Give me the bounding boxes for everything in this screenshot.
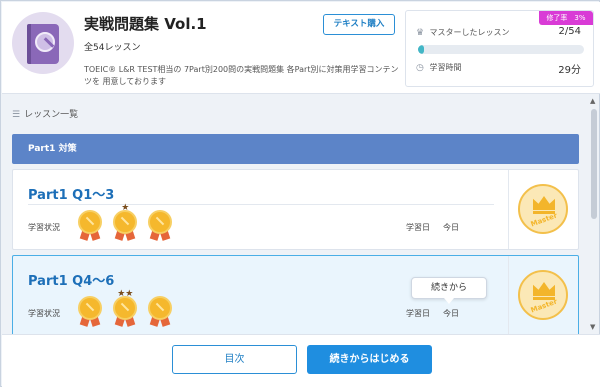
star-icon: ★★ xyxy=(117,289,134,299)
date-value: 今日 xyxy=(443,223,459,232)
resume-button[interactable]: 続きからはじめる xyxy=(307,345,432,374)
master-medal-icon: Master xyxy=(518,184,568,234)
lesson-title[interactable]: Part1 Q1～3 xyxy=(28,184,114,203)
date-label: 学習日 xyxy=(406,309,430,318)
scroll-down-icon[interactable]: ▼ xyxy=(590,323,595,331)
app-frame: 実戦問題集 Vol.1 全54レッスン TOEIC® L&R TEST相当の 7… xyxy=(0,0,600,387)
course-title: 実戦問題集 Vol.1 xyxy=(84,15,207,33)
lesson-card[interactable]: Part1 Q1～3 学習状況 ★ 学習日 今日 Master xyxy=(12,169,579,250)
toc-button[interactable]: 目次 xyxy=(172,345,297,374)
list-icon: ☰ xyxy=(12,110,21,120)
mastered-label: マスターしたレッスン xyxy=(429,28,510,37)
divider xyxy=(28,204,494,205)
medal-icon xyxy=(75,296,105,327)
medal-row: ★ xyxy=(75,203,177,241)
course-description: TOEIC® L&R TEST相当の 7Part別200問の実戦問題集 各Par… xyxy=(84,65,399,86)
star-icon: ★ xyxy=(121,203,130,213)
resume-tooltip[interactable]: 続きから xyxy=(411,277,487,304)
medal-icon xyxy=(145,210,175,241)
section-part1[interactable]: Part1 対策 xyxy=(12,134,579,164)
date-label: 学習日 xyxy=(406,223,430,232)
crown-icon: ♛ xyxy=(416,28,425,38)
master-badge-cell: Master xyxy=(508,170,578,249)
study-time-value: 29分 xyxy=(558,65,581,76)
course-header: 実戦問題集 Vol.1 全54レッスン TOEIC® L&R TEST相当の 7… xyxy=(2,2,600,94)
medal-icon: ★★ xyxy=(110,289,140,327)
master-medal-icon: Master xyxy=(518,270,568,320)
completion-badge: 修了率 3% xyxy=(539,11,593,25)
mastery-progress-bar xyxy=(418,45,584,54)
footer-bar: 目次 続きからはじめる xyxy=(2,334,600,387)
progress-fill xyxy=(418,45,425,54)
scrollbar[interactable]: ▲ ▼ xyxy=(589,95,599,335)
lesson-list-heading: ☰ レッスン一覧 xyxy=(12,110,79,120)
mastered-row: ♛ マスターしたレッスン xyxy=(416,27,510,38)
medal-icon xyxy=(145,296,175,327)
medal-icon xyxy=(75,210,105,241)
lesson-count: 全54レッスン xyxy=(84,43,141,53)
lesson-title[interactable]: Part1 Q4～6 xyxy=(28,270,114,289)
clock-icon: ◷ xyxy=(416,63,424,73)
book-icon xyxy=(12,12,74,74)
scroll-up-icon[interactable]: ▲ xyxy=(590,97,595,105)
status-label: 学習状況 xyxy=(28,223,60,232)
scroll-thumb[interactable] xyxy=(591,109,597,219)
master-badge-cell: Master xyxy=(508,256,578,335)
status-label: 学習状況 xyxy=(28,309,60,318)
date-value: 今日 xyxy=(443,309,459,318)
lesson-card-active[interactable]: Part1 Q4～6 学習状況 ★★ 学習日 今日 Master xyxy=(12,255,579,336)
study-time-label: 学習時間 xyxy=(429,63,462,72)
buy-text-button[interactable]: テキスト購入 xyxy=(323,14,395,35)
medal-row: ★★ xyxy=(75,289,177,327)
stats-panel: 修了率 3% ♛ マスターしたレッスン 2/54 ◷ 学習時間 29分 xyxy=(405,10,594,87)
study-time-row: ◷ 学習時間 xyxy=(416,62,462,73)
mastered-value: 2/54 xyxy=(558,26,581,37)
medal-icon: ★ xyxy=(110,203,140,241)
